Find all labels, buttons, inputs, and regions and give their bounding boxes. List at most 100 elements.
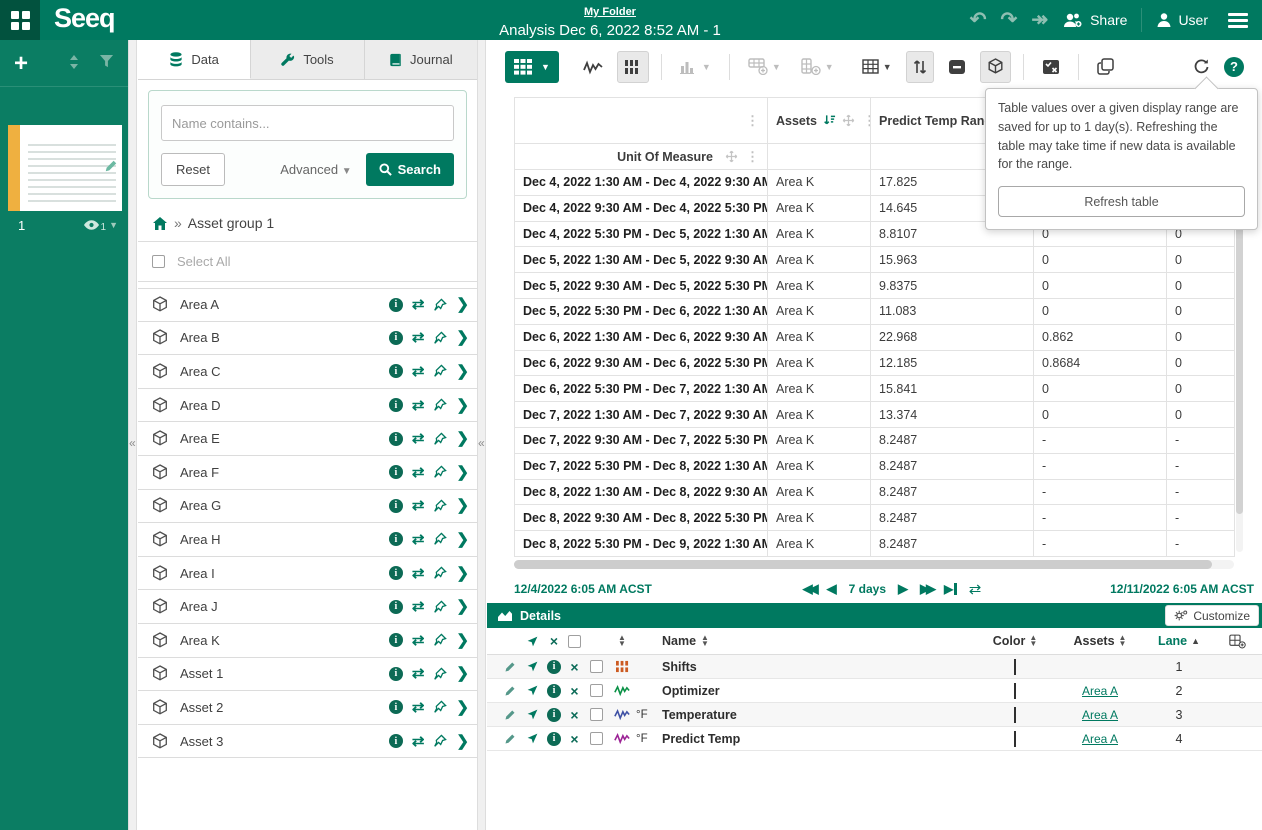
worksheet-title[interactable]: Analysis Dec 6, 2022 8:52 AM - 1 — [400, 22, 820, 39]
swap-icon[interactable]: ⇄ — [412, 431, 425, 446]
dart-icon[interactable] — [521, 732, 543, 745]
step-forward-full-icon[interactable]: ▶▶ — [920, 581, 932, 597]
pin-icon[interactable] — [433, 667, 447, 681]
pin-icon[interactable] — [433, 734, 447, 748]
info-icon[interactable]: i — [389, 633, 403, 647]
edit-worksheet-icon[interactable] — [104, 159, 118, 178]
edit-item-icon[interactable] — [499, 685, 521, 697]
name-column-label[interactable]: Name — [662, 634, 696, 648]
row-menu-icon[interactable]: ⋮ — [746, 149, 759, 165]
color-swatch[interactable] — [1014, 731, 1016, 747]
tab-data[interactable]: Data — [138, 40, 251, 79]
assets-column-header[interactable]: Assets ⋮ — [768, 98, 871, 144]
asset-list-item[interactable]: Area E i ⇄ ❯ — [138, 422, 477, 456]
help-icon[interactable]: ? — [1224, 57, 1244, 77]
swap-icon[interactable]: ⇄ — [412, 700, 425, 715]
item-checkbox[interactable] — [590, 732, 603, 745]
hamburger-menu-icon[interactable] — [1222, 13, 1248, 28]
chevron-right-icon[interactable]: ❯ — [456, 633, 469, 648]
lane-column-label[interactable]: Lane — [1158, 634, 1187, 648]
asset-list-item[interactable]: Area D i ⇄ ❯ — [138, 389, 477, 423]
condition-table-button[interactable] — [617, 51, 649, 83]
swap-icon[interactable]: ⇄ — [412, 498, 425, 513]
swap-icon[interactable]: ⇄ — [412, 599, 425, 614]
chevron-right-icon[interactable]: ❯ — [456, 532, 469, 547]
color-swatch[interactable] — [1014, 659, 1016, 675]
chevron-right-icon[interactable]: ❯ — [456, 599, 469, 614]
table-row[interactable]: Dec 8, 2022 1:30 AM - Dec 8, 2022 9:30 A… — [515, 479, 1235, 505]
item-asset-link[interactable]: Area A — [1082, 684, 1118, 698]
color-swatch[interactable] — [1014, 683, 1016, 699]
details-row[interactable]: i × Shifts 1 — [487, 655, 1262, 679]
step-back-full-icon[interactable]: ◀◀ — [803, 581, 815, 597]
color-column-label[interactable]: Color — [993, 634, 1026, 648]
info-icon[interactable]: i — [389, 298, 403, 312]
pin-icon[interactable] — [433, 499, 447, 513]
undo-icon[interactable]: ↶ — [970, 10, 987, 30]
sort-icon[interactable]: ▲▼ — [701, 635, 709, 647]
select-items-button[interactable] — [1036, 51, 1066, 83]
uom-row-header[interactable]: Unit Of Measure ⋮ — [515, 144, 768, 170]
remove-column-icon[interactable]: × — [543, 634, 565, 648]
asset-list-item[interactable]: Area J i ⇄ ❯ — [138, 590, 477, 624]
tab-journal[interactable]: Journal — [365, 40, 477, 79]
edit-item-icon[interactable] — [499, 709, 521, 721]
edit-item-icon[interactable] — [499, 733, 521, 745]
info-icon[interactable]: i — [389, 532, 403, 546]
add-details-column-icon[interactable] — [1212, 634, 1262, 649]
pin-icon[interactable] — [433, 566, 447, 580]
chevron-right-icon[interactable]: ❯ — [456, 700, 469, 715]
remove-item-icon[interactable]: × — [565, 660, 584, 674]
dart-icon[interactable] — [521, 708, 543, 721]
column-menu-icon[interactable]: ⋮ — [863, 113, 871, 129]
chevron-right-icon[interactable]: ❯ — [456, 364, 469, 379]
search-button[interactable]: Search — [366, 153, 454, 186]
chevron-right-icon[interactable]: ❯ — [456, 498, 469, 513]
user-menu-button[interactable]: User — [1156, 12, 1208, 28]
table-row[interactable]: Dec 5, 2022 1:30 AM - Dec 5, 2022 9:30 A… — [515, 247, 1235, 273]
edit-item-icon[interactable] — [499, 661, 521, 673]
home-icon[interactable] — [152, 216, 168, 231]
dart-icon[interactable] — [521, 660, 543, 673]
dart-icon[interactable] — [521, 684, 543, 697]
remove-item-icon[interactable]: × — [565, 732, 584, 746]
asset-list-item[interactable]: Area C i ⇄ ❯ — [138, 355, 477, 389]
reset-button[interactable]: Reset — [161, 153, 225, 186]
pin-icon[interactable] — [433, 700, 447, 714]
dart-column-icon[interactable] — [521, 635, 543, 648]
redo-icon[interactable]: ↷ — [1001, 10, 1018, 30]
swap-icon[interactable]: ⇄ — [412, 465, 425, 480]
horizontal-scrollbar[interactable] — [514, 560, 1234, 569]
table-row[interactable]: Dec 7, 2022 5:30 PM - Dec 8, 2022 1:30 A… — [515, 453, 1235, 479]
pin-icon[interactable] — [433, 465, 447, 479]
asset-list-item[interactable]: Area K i ⇄ ❯ — [138, 624, 477, 658]
sort-icon[interactable]: ▲▼ — [1029, 635, 1037, 647]
duration-label[interactable]: 7 days — [849, 582, 886, 596]
info-icon[interactable]: i — [389, 566, 403, 580]
pin-icon[interactable] — [433, 364, 447, 378]
info-icon[interactable]: i — [389, 432, 403, 446]
capsule-column-header[interactable]: ⋮ — [515, 98, 768, 144]
sort-icon[interactable]: ▲▼ — [1119, 635, 1127, 647]
table-row[interactable]: Dec 7, 2022 1:30 AM - Dec 7, 2022 9:30 A… — [515, 402, 1235, 428]
table-row[interactable]: Dec 8, 2022 9:30 AM - Dec 8, 2022 5:30 P… — [515, 505, 1235, 531]
info-icon[interactable]: i — [389, 331, 403, 345]
chart-view-button[interactable]: ▼ — [674, 51, 717, 83]
item-checkbox[interactable] — [590, 708, 603, 721]
assets-column-label[interactable]: Assets — [1074, 634, 1115, 648]
chevron-right-icon[interactable]: ❯ — [456, 734, 469, 749]
worksheet-thumbnail[interactable] — [8, 125, 122, 211]
table-row[interactable]: Dec 6, 2022 1:30 AM - Dec 6, 2022 9:30 A… — [515, 324, 1235, 350]
table-row[interactable]: Dec 7, 2022 9:30 AM - Dec 7, 2022 5:30 P… — [515, 427, 1235, 453]
item-checkbox[interactable] — [590, 684, 603, 697]
refresh-table-button[interactable]: Refresh table — [998, 186, 1245, 217]
item-asset-link[interactable]: Area A — [1082, 708, 1118, 722]
sort-rows-button[interactable] — [906, 51, 934, 83]
asset-list-item[interactable]: Area I i ⇄ ❯ — [138, 557, 477, 591]
asset-list-item[interactable]: Asset 3 i ⇄ ❯ — [138, 725, 477, 759]
chevron-right-icon[interactable]: ❯ — [456, 297, 469, 312]
info-icon[interactable]: i — [389, 499, 403, 513]
step-to-now-icon[interactable]: ▶ — [944, 582, 957, 596]
pin-icon[interactable] — [433, 432, 447, 446]
item-info-icon[interactable]: i — [543, 660, 565, 674]
